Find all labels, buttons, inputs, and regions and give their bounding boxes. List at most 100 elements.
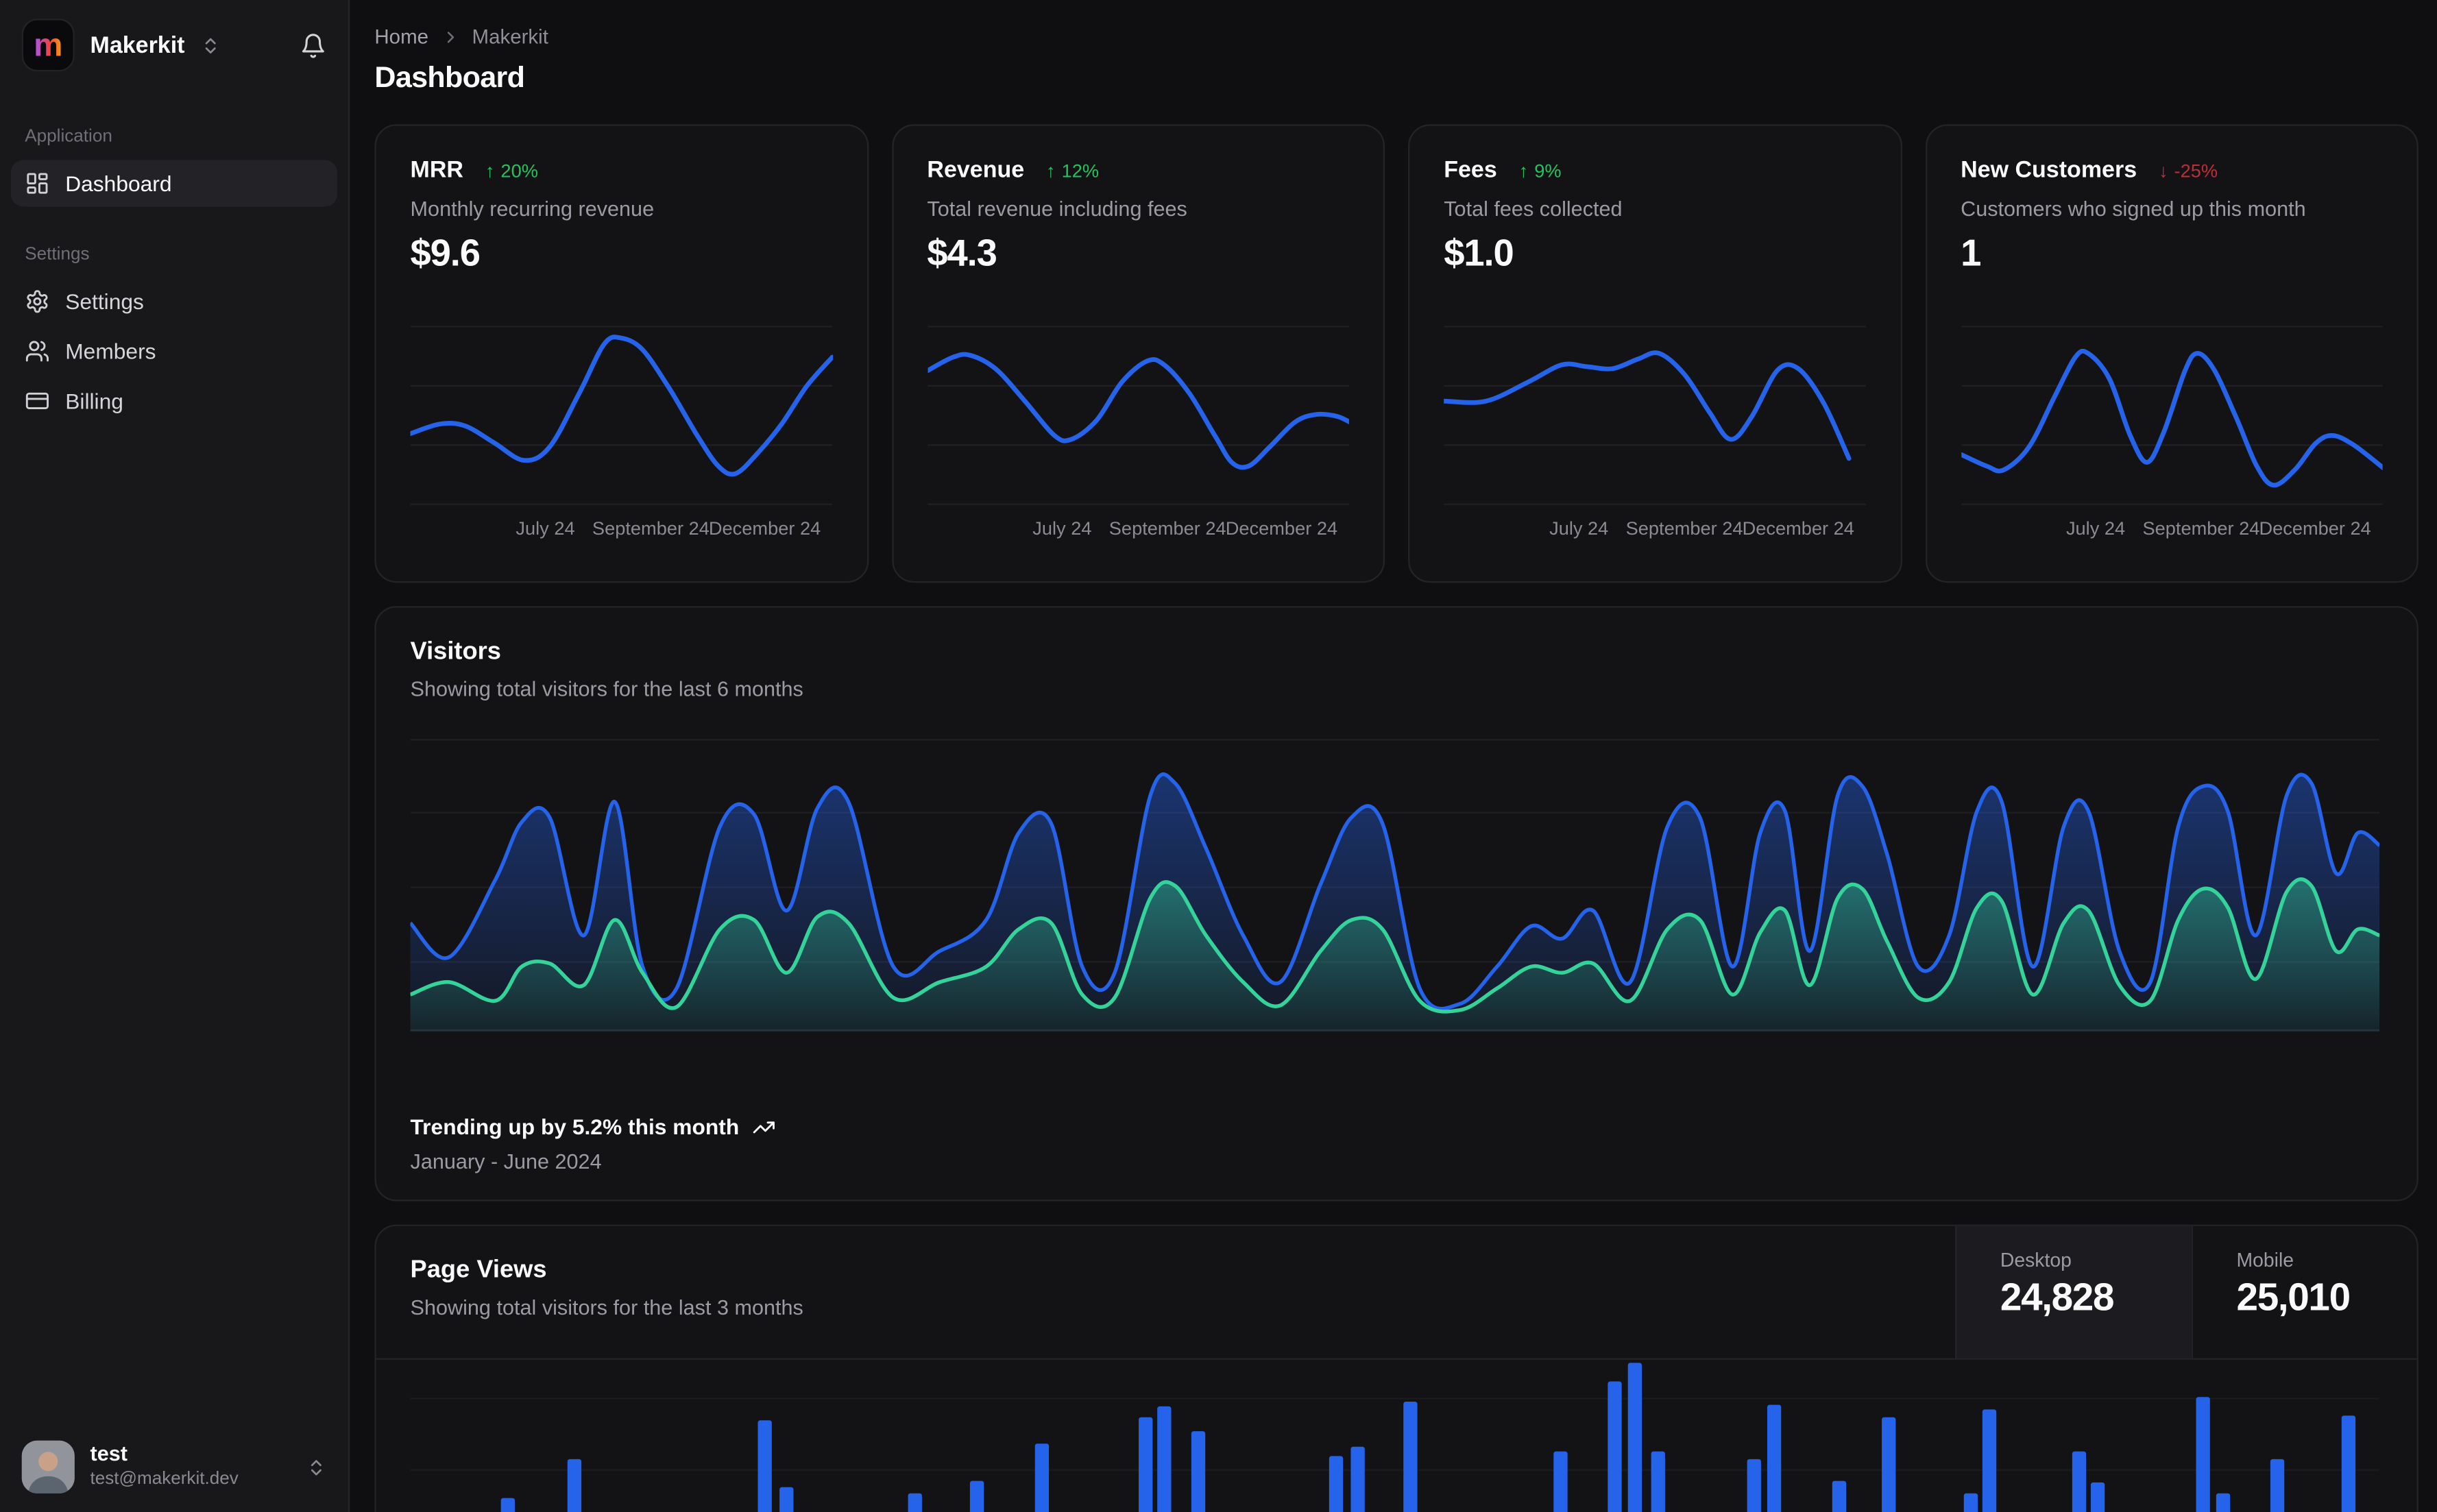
- x-tick: December 24: [708, 517, 821, 539]
- bell-icon: [302, 33, 324, 58]
- stat-card-revenue: Revenue ↑ 12% Total revenue including fe…: [891, 124, 1385, 583]
- x-axis-labels: July 24 September 24 December 24: [927, 517, 1349, 542]
- sidebar-item-label: Members: [65, 339, 156, 364]
- avatar: [21, 1440, 75, 1493]
- visitors-area-chart: [410, 737, 2380, 1032]
- sidebar-item-label: Dashboard: [65, 171, 172, 196]
- page-views-bar-chart: [410, 1361, 2380, 1512]
- chevrons-up-down-icon: [200, 35, 220, 55]
- x-tick: July 24: [1032, 517, 1092, 539]
- credit-card-icon: [25, 389, 49, 413]
- stat-title: New Customers: [1961, 156, 2137, 184]
- sidebar-section-application: Application: [25, 127, 112, 147]
- trend-value: 12%: [1061, 159, 1100, 182]
- chevron-right-icon: [441, 27, 459, 46]
- sidebar: m Makerkit Application Dashboard Setting…: [0, 0, 350, 1512]
- page-views-subtitle: Showing total visitors for the last 3 mo…: [410, 1295, 803, 1319]
- trend-badge: ↑ 12%: [1046, 159, 1099, 181]
- stat-cards-row: MRR ↑ 20% Monthly recurring revenue $9.6…: [374, 124, 2418, 583]
- x-tick: July 24: [1549, 517, 1609, 539]
- trend-badge: ↑ 9%: [1519, 159, 1562, 181]
- page-views-card: Page Views Showing total visitors for th…: [374, 1224, 2418, 1512]
- revenue-sparkline-chart: [927, 317, 1349, 509]
- x-tick: July 24: [516, 517, 575, 539]
- trend-value: 9%: [1534, 159, 1562, 182]
- trend-badge: ↓ -25%: [2159, 159, 2218, 181]
- x-tick: December 24: [2259, 517, 2371, 539]
- sidebar-item-members[interactable]: Members: [11, 328, 337, 374]
- chevrons-up-down-icon: [306, 1457, 326, 1477]
- breadcrumb-current: Makerkit: [472, 25, 548, 49]
- mrr-sparkline-chart: [411, 317, 833, 509]
- trending-up-icon: [752, 1121, 774, 1133]
- sidebar-item-dashboard[interactable]: Dashboard: [10, 160, 337, 207]
- workspace-name: Makerkit: [90, 32, 185, 59]
- stat-value: $1.0: [1444, 233, 1514, 276]
- layout-dashboard-icon: [25, 171, 49, 195]
- stat-value: 1: [1961, 233, 1981, 276]
- main-content: Home Makerkit Dashboard MRR ↑ 20% Monthl…: [351, 0, 2437, 1512]
- stat-title: Fees: [1444, 156, 1497, 184]
- x-tick: September 24: [1625, 517, 1743, 539]
- arrow-up-icon: ↑: [1518, 159, 1529, 182]
- stat-description: Total revenue including fees: [927, 197, 1187, 221]
- stat-card-mrr: MRR ↑ 20% Monthly recurring revenue $9.6…: [374, 124, 869, 583]
- stat-value: $4.3: [927, 233, 997, 276]
- desktop-label: Desktop: [2000, 1249, 2072, 1271]
- makerkit-logo: m: [21, 19, 75, 72]
- trend-value: 20%: [500, 159, 538, 182]
- page-views-title: Page Views: [410, 1257, 547, 1284]
- mobile-label: Mobile: [2236, 1249, 2294, 1271]
- new-customers-sparkline-chart: [1961, 317, 2383, 509]
- x-tick: July 24: [2065, 517, 2126, 539]
- stat-description: Customers who signed up this month: [1961, 197, 2306, 221]
- x-tick: September 24: [1108, 517, 1226, 539]
- visitors-trend-text: Trending up by 5.2% this month: [410, 1114, 740, 1139]
- x-axis-labels: July 24 September 24 December 24: [1444, 517, 1866, 542]
- x-tick: September 24: [592, 517, 710, 539]
- x-tick: December 24: [1225, 517, 1338, 539]
- x-tick: December 24: [1742, 517, 1854, 539]
- breadcrumb-home-link[interactable]: Home: [374, 25, 428, 48]
- arrow-up-icon: ↑: [485, 159, 495, 182]
- sidebar-section-settings: Settings: [25, 245, 90, 265]
- arrow-down-icon: ↓: [2158, 159, 2168, 182]
- makerkit-dashboard-app: m Makerkit Application Dashboard Setting…: [0, 0, 2437, 1512]
- stat-description: Total fees collected: [1444, 197, 1623, 221]
- gear-icon: [25, 289, 49, 314]
- sidebar-item-label: Billing: [65, 388, 123, 414]
- stat-description: Monthly recurring revenue: [410, 197, 655, 221]
- user-menu-button[interactable]: test test@makerkit.dev: [0, 1422, 348, 1512]
- sidebar-item-settings[interactable]: Settings: [11, 278, 337, 325]
- user-name: test: [90, 1442, 128, 1466]
- notifications-bell-button[interactable]: [300, 32, 327, 58]
- stat-card-new-customers: New Customers ↓ -25% Customers who signe…: [1924, 124, 2418, 583]
- breadcrumb: Home Makerkit: [374, 25, 2418, 48]
- trend-value: -25%: [2174, 159, 2218, 182]
- user-email: test@makerkit.dev: [90, 1469, 239, 1489]
- toggle-desktop[interactable]: Desktop 24,828: [1955, 1226, 2192, 1358]
- x-axis-labels: July 24 September 24 December 24: [411, 517, 833, 542]
- visitors-footer: Trending up by 5.2% this month January -…: [411, 1114, 775, 1173]
- desktop-value: 24,828: [2000, 1276, 2115, 1319]
- mobile-value: 25,010: [2236, 1276, 2351, 1319]
- x-axis-labels: July 24 September 24 December 24: [1961, 517, 2383, 542]
- stat-title: MRR: [410, 156, 464, 184]
- fees-sparkline-chart: [1444, 317, 1866, 509]
- visitors-subtitle: Showing total visitors for the last 6 mo…: [410, 677, 803, 701]
- visitors-period: January - June 2024: [410, 1149, 602, 1173]
- sidebar-item-billing[interactable]: Billing: [11, 378, 337, 424]
- visitors-card: Visitors Showing total visitors for the …: [374, 606, 2418, 1202]
- x-tick: September 24: [2142, 517, 2260, 539]
- arrow-up-icon: ↑: [1045, 159, 1056, 182]
- users-icon: [25, 339, 49, 363]
- toggle-mobile[interactable]: Mobile 25,010: [2191, 1226, 2417, 1358]
- sidebar-item-label: Settings: [65, 289, 144, 314]
- stat-title: Revenue: [927, 156, 1025, 184]
- stat-value: $9.6: [410, 233, 481, 276]
- stat-card-fees: Fees ↑ 9% Total fees collected $1.0 July…: [1408, 124, 1902, 583]
- workspace-selector[interactable]: m Makerkit: [0, 0, 348, 90]
- page-views-header: Page Views Showing total visitors for th…: [376, 1226, 2417, 1360]
- trend-badge: ↑ 20%: [485, 159, 538, 181]
- visitors-title: Visitors: [410, 638, 501, 666]
